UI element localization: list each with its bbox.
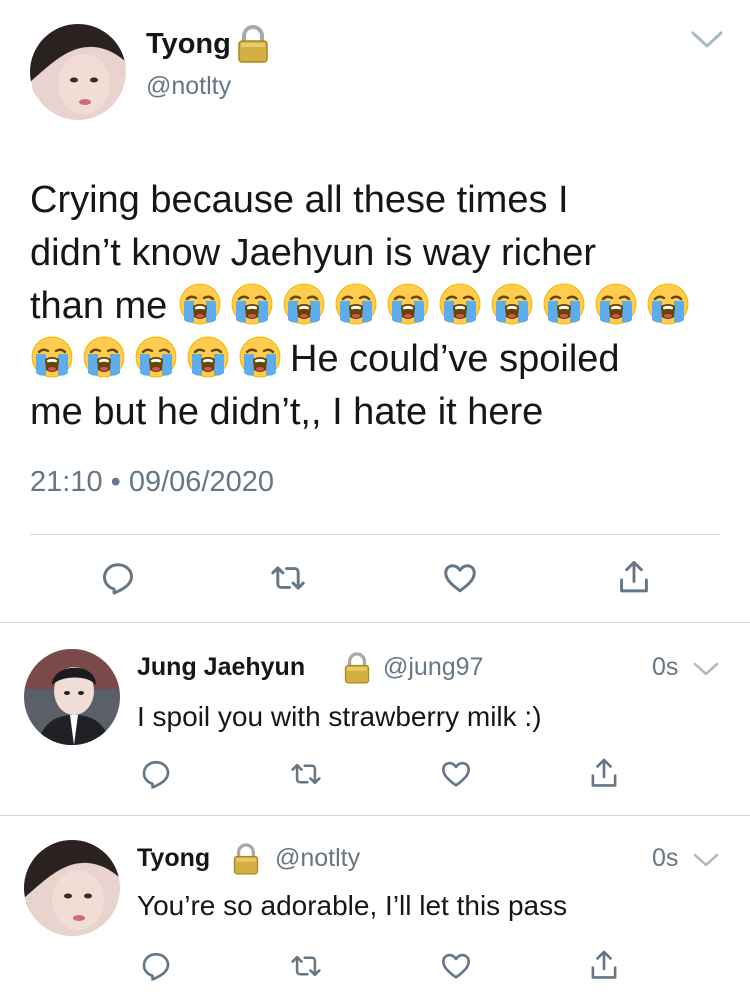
lock-icon [344, 652, 370, 684]
loudly-crying-face-icon [186, 335, 230, 379]
loudly-crying-face-icon [230, 282, 274, 326]
reply-time: 0s [652, 844, 679, 872]
author-handle[interactable]: @notlty [275, 844, 360, 873]
emoji-row [178, 282, 698, 327]
tweet-timestamp[interactable]: 21:10 • 09/06/2020 [30, 466, 274, 499]
avatar-image [30, 24, 126, 120]
retweet-icon[interactable] [290, 952, 322, 980]
loudly-crying-face-icon [82, 335, 126, 379]
reply-text: You’re so adorable, I’ll let this pass [137, 890, 568, 921]
tweet-date: 09/06/2020 [128, 466, 275, 498]
loudly-crying-face-icon [438, 282, 482, 326]
loudly-crying-face-icon [542, 282, 586, 326]
tweet-text-line: didn’t know Jaehyun is way richer [30, 232, 597, 274]
reply-text: I spoil you with strawberry milk :) [137, 701, 542, 732]
reply-icon[interactable] [140, 758, 172, 790]
like-icon[interactable] [442, 560, 478, 596]
reply-tweet[interactable]: Jung Jaehyun @jung97 0s I spoil you with… [0, 623, 750, 815]
avatar-image [24, 840, 120, 936]
loudly-crying-face-icon [238, 335, 282, 379]
author-name[interactable]: Tyong [146, 28, 231, 61]
tweet-text-segment: He could’ve spoiled [290, 338, 620, 380]
loudly-crying-face-icon [134, 335, 178, 379]
loudly-crying-face-icon [282, 282, 326, 326]
share-icon[interactable] [588, 756, 620, 790]
loudly-crying-face-icon [646, 282, 690, 326]
chevron-down-icon[interactable] [692, 661, 720, 677]
lock-icon [233, 843, 259, 875]
loudly-crying-face-icon [386, 282, 430, 326]
tweet-text-line: He could’ve spoiled [30, 333, 730, 386]
tweet-text-line: than me [30, 280, 730, 333]
reply-time: 0s [652, 653, 679, 681]
author-name[interactable]: Jung Jaehyun [137, 653, 305, 682]
loudly-crying-face-icon [30, 335, 74, 379]
main-tweet: Tyong @notlty Crying because all these t… [0, 0, 750, 622]
avatar[interactable] [24, 840, 120, 936]
loudly-crying-face-icon [490, 282, 534, 326]
tweet-text: Crying because all these times I didn’t … [30, 174, 730, 439]
tweet-text-line: me but he didn’t,, I hate it here [30, 391, 544, 433]
divider [30, 534, 720, 535]
reply-tweet[interactable]: Tyong @notlty 0s You’re so adorable, I’l… [0, 816, 750, 1008]
emoji-row [30, 335, 290, 380]
chevron-down-icon[interactable] [690, 30, 724, 50]
tweet-text-segment: than me [30, 285, 168, 327]
retweet-icon[interactable] [290, 760, 322, 788]
avatar[interactable] [30, 24, 126, 120]
author-handle[interactable]: @jung97 [383, 653, 483, 682]
like-icon[interactable] [440, 950, 472, 982]
separator-dot: • [110, 466, 121, 498]
author-handle[interactable]: @notlty [146, 72, 231, 101]
avatar-image [24, 649, 120, 745]
reply-icon[interactable] [100, 560, 136, 596]
reply-icon[interactable] [140, 950, 172, 982]
avatar[interactable] [24, 649, 120, 745]
loudly-crying-face-icon [178, 282, 222, 326]
share-icon[interactable] [616, 558, 652, 596]
retweet-icon[interactable] [270, 562, 306, 594]
share-icon[interactable] [588, 948, 620, 982]
tweet-time: 21:10 [30, 466, 103, 498]
tweet-text-line: Crying because all these times I [30, 179, 569, 221]
author-name[interactable]: Tyong [137, 844, 210, 873]
lock-icon [238, 25, 268, 63]
like-icon[interactable] [440, 758, 472, 790]
chevron-down-icon[interactable] [692, 852, 720, 868]
loudly-crying-face-icon [334, 282, 378, 326]
loudly-crying-face-icon [594, 282, 638, 326]
